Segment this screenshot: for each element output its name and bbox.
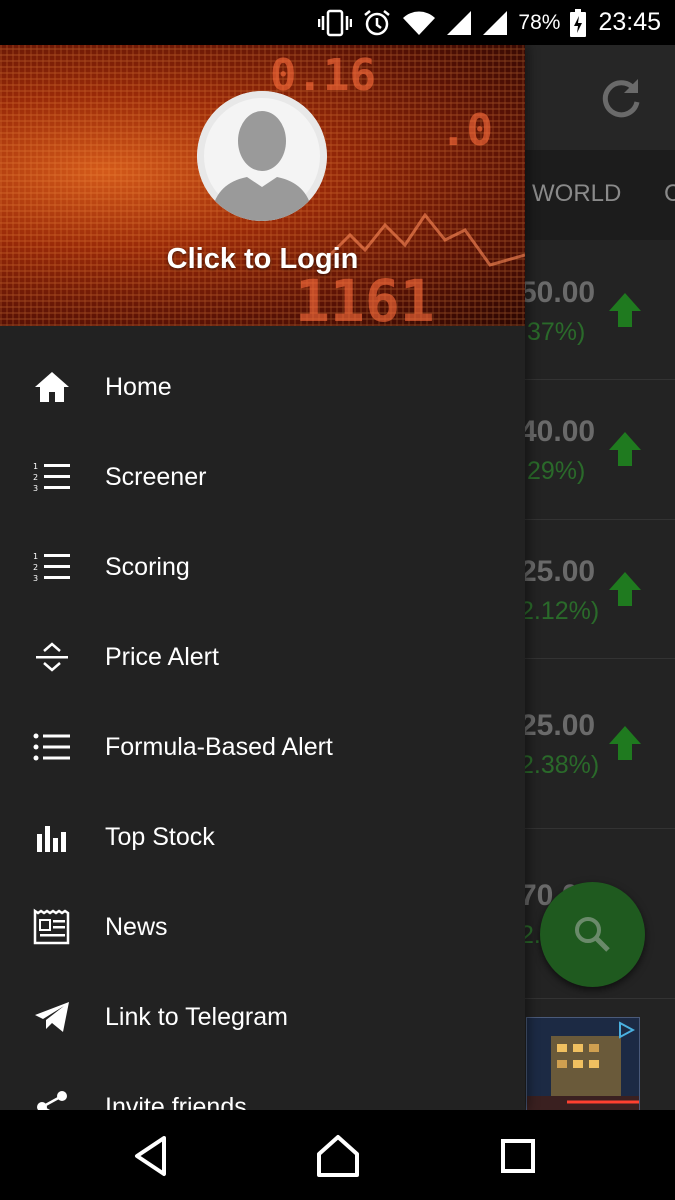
menu-item-news[interactable]: News <box>0 882 525 972</box>
menu-item-link-to-telegram[interactable]: Link to Telegram <box>0 972 525 1062</box>
stock-change: 2.38%) <box>520 751 600 779</box>
menu-item-price-alert[interactable]: Price Alert <box>0 612 525 702</box>
battery-charging-icon <box>570 8 587 37</box>
stock-change: 2.12%) <box>520 597 600 625</box>
menu-item-formula-based-alert[interactable]: Formula-Based Alert <box>0 702 525 792</box>
up-arrow-icon <box>609 432 641 466</box>
svg-text:3: 3 <box>33 484 38 493</box>
alarm-icon <box>364 9 391 35</box>
menu-item-scoring[interactable]: 1 2 3 Scoring <box>0 522 525 612</box>
send-icon <box>33 999 71 1035</box>
ad-banner[interactable] <box>526 1017 640 1110</box>
svg-text:2: 2 <box>33 473 38 482</box>
menu-item-label: Price Alert <box>105 642 219 671</box>
up-arrow-icon <box>609 726 641 760</box>
home-icon[interactable] <box>315 1133 361 1179</box>
signal-icon <box>447 10 472 35</box>
numbered-list-icon: 1 2 3 <box>33 459 71 495</box>
refresh-icon[interactable] <box>598 75 644 121</box>
menu-item-label: Invite friends <box>105 1092 247 1111</box>
drawer-header[interactable]: 0.16 .0 1161 Click to Login <box>0 45 525 326</box>
login-label[interactable]: Click to Login <box>0 243 525 276</box>
stock-price: 50.00 <box>520 276 596 309</box>
menu-item-label: Screener <box>105 462 207 491</box>
tab-world[interactable]: WORLD <box>532 180 621 208</box>
status-bar: 78% 23:45 <box>0 0 675 45</box>
svg-text:1: 1 <box>33 462 38 471</box>
stock-price: 25.00 <box>520 555 596 588</box>
signal-icon <box>483 10 508 35</box>
menu-item-label: News <box>105 912 168 941</box>
menu-item-label: Home <box>105 372 172 401</box>
menu-item-invite-friends[interactable]: Invite friends <box>0 1062 525 1110</box>
menu-item-label: Formula-Based Alert <box>105 732 333 761</box>
menu-item-home[interactable]: Home <box>0 342 525 432</box>
svg-text:3: 3 <box>33 574 38 583</box>
menu-item-label: Scoring <box>105 552 190 581</box>
battery-percent: 78% <box>518 10 561 34</box>
tab-next[interactable]: C <box>664 180 675 208</box>
search-icon <box>575 917 610 952</box>
search-fab[interactable] <box>540 882 645 987</box>
svg-text:2: 2 <box>33 563 38 572</box>
up-arrow-icon <box>609 572 641 606</box>
person-icon <box>197 91 327 221</box>
bar-chart-icon <box>33 819 71 855</box>
stock-change: .37%) <box>520 318 586 346</box>
numbered-list-icon: 1 2 3 <box>33 549 71 585</box>
system-nav-bar <box>0 1110 675 1200</box>
wifi-icon <box>403 11 436 35</box>
stock-price: 25.00 <box>520 709 596 742</box>
up-arrow-icon <box>609 293 641 327</box>
drawer-menu: Home 1 2 3 Screener 1 2 3 Scoring Price … <box>0 342 525 1110</box>
svg-text:1: 1 <box>33 552 38 561</box>
menu-item-top-stock[interactable]: Top Stock <box>0 792 525 882</box>
menu-item-label: Top Stock <box>105 822 215 851</box>
clock: 23:45 <box>598 8 661 36</box>
ad-choices-icon[interactable] <box>617 1021 635 1039</box>
share-icon <box>33 1089 71 1110</box>
recents-icon[interactable] <box>495 1133 541 1179</box>
newspaper-icon <box>33 908 71 945</box>
navigation-drawer: 0.16 .0 1161 Click to Login Home 1 2 3 S… <box>0 45 525 1110</box>
unfold-icon <box>33 639 71 675</box>
menu-item-screener[interactable]: 1 2 3 Screener <box>0 432 525 522</box>
stock-change: .29%) <box>520 457 586 485</box>
header-decoration: 0.16 <box>270 50 376 101</box>
vibrate-icon <box>318 9 353 36</box>
back-icon[interactable] <box>128 1133 174 1179</box>
header-decoration: .0 <box>440 105 493 156</box>
bullet-list-icon <box>33 729 71 765</box>
menu-item-label: Link to Telegram <box>105 1002 288 1031</box>
stock-price: 40.00 <box>520 415 596 448</box>
avatar[interactable] <box>197 91 327 221</box>
home-icon <box>33 369 71 405</box>
